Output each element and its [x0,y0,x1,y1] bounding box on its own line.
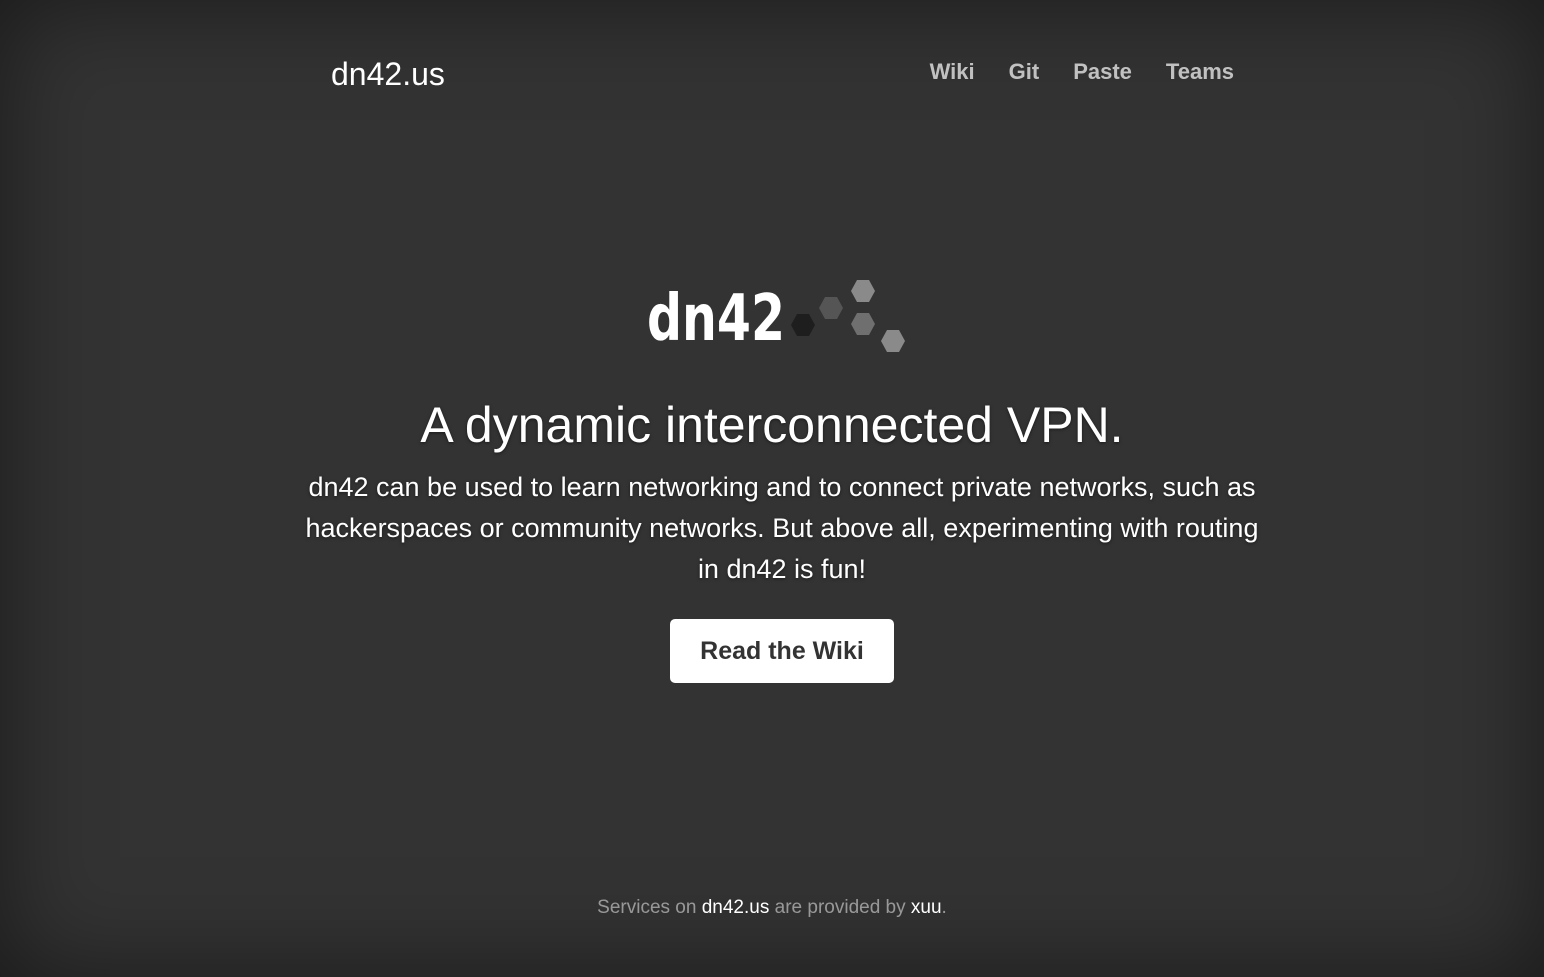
nav-link-teams[interactable]: Teams [1166,56,1234,88]
hero-title: A dynamic interconnected VPN. [420,397,1124,453]
logo-hex-top [851,280,875,302]
footer-site-link[interactable]: dn42.us [702,897,770,918]
footer-text: Services on dn42.us are provided by xuu. [0,895,1544,921]
main-nav: Wiki Git Paste Teams [930,56,1234,88]
nav-link-paste[interactable]: Paste [1073,56,1132,88]
logo-hex-mid [819,297,843,319]
brand-link[interactable]: dn42.us [331,52,445,96]
logo-hex-dark [791,314,815,336]
footer-provider-link[interactable]: xuu [911,897,942,918]
logo-hex-bottom [881,330,905,352]
logo-hex-center [851,313,875,335]
nav-link-git[interactable]: Git [1009,56,1040,88]
nav-link-wiki[interactable]: Wiki [930,56,975,88]
hero-description: dn42 can be used to learn networking and… [305,472,1259,584]
footer-suffix: . [941,897,947,918]
footer-middle: are provided by [774,897,906,918]
read-wiki-button[interactable]: Read the Wiki [670,619,894,683]
dn42-logo: dn42 [647,280,905,356]
logo-wordmark: dn42 [647,282,785,356]
footer-prefix: Services on [597,897,697,918]
